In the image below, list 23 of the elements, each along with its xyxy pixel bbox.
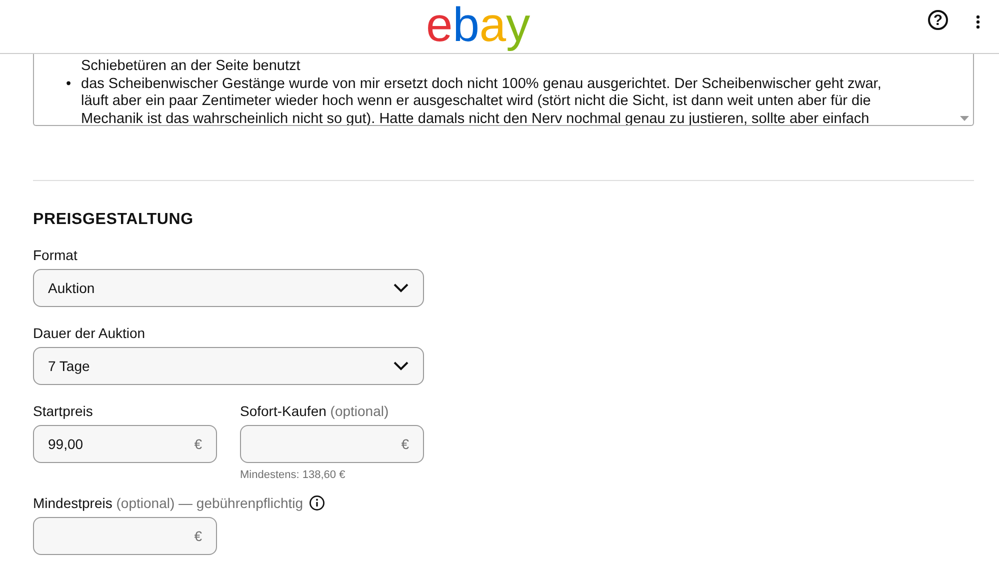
price-input[interactable]: 99,00 € — [33, 425, 217, 463]
description-text[interactable]: das Scheibenwischer Gestänge wurde von mir ersetzt doch nicht 100% genau ausgerichtet. Der Scheibenwischer geht zwar, — [81, 76, 882, 93]
hint-text: Mindestens: 138,60 € — [240, 469, 346, 481]
description-text[interactable]: läuft aber ein paar Zentimeter wieder hoch wenn er ausgeschaltet wird (stört nicht die Sicht, ist dann weit unten aber für die — [81, 93, 882, 110]
field-label: Startpreis — [33, 403, 93, 419]
field-label: Format — [33, 247, 78, 263]
price-input[interactable]: € — [240, 425, 424, 463]
ebay-logo[interactable]: ebay — [426, 0, 534, 54]
section-title: PREISGESTALTUNG — [33, 211, 194, 229]
scroll-down-icon[interactable] — [960, 116, 969, 121]
dropdown-select[interactable]: Auktion — [33, 269, 424, 307]
more-options-icon[interactable] — [975, 14, 981, 30]
field-label: Dauer der Auktion — [33, 325, 146, 341]
dropdown-select[interactable]: 7 Tage — [33, 347, 424, 385]
field-label: Sofort-Kaufen (optional) — [240, 403, 389, 419]
chevron-down-icon — [393, 361, 409, 371]
chevron-down-icon — [393, 283, 409, 293]
description-text[interactable]: Schiebetüren an der Seite benutzt — [81, 58, 300, 76]
price-input[interactable]: € — [33, 517, 217, 555]
help-button[interactable]: ? — [928, 10, 948, 30]
field-label: Mindestpreis (optional) — gebührenpflichtig — [33, 495, 304, 511]
info-icon[interactable] — [309, 495, 326, 511]
bullet-marker: • — [66, 76, 72, 94]
